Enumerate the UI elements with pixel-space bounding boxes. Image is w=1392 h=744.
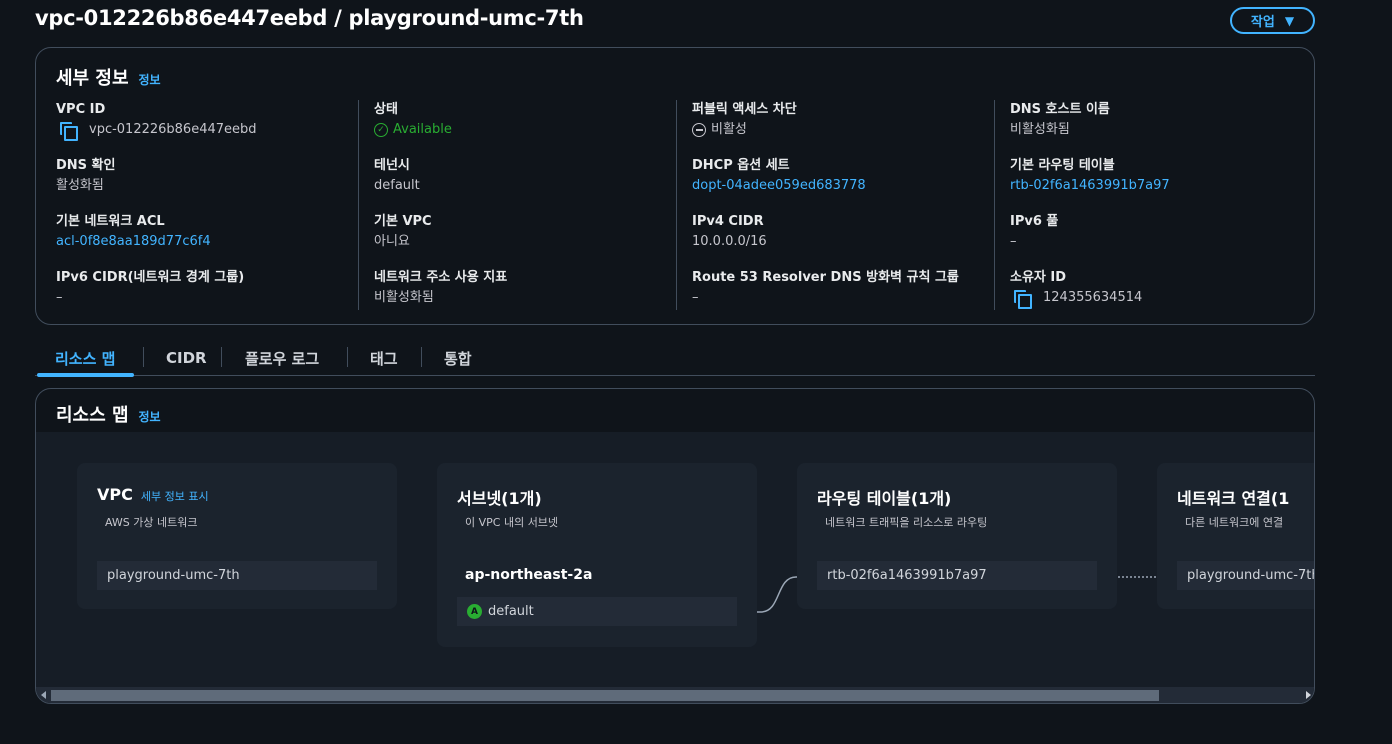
resource-map-title: 리소스 맵: [56, 405, 129, 426]
default-acl-link[interactable]: acl-0f8e8aa189d77c6f4: [56, 232, 356, 252]
caret-down-icon: ▼: [1284, 13, 1295, 28]
ipv6-pool-label: IPv6 풀: [1010, 214, 1059, 229]
network-connections-node-title: 네트워크 연결(1: [1177, 489, 1290, 508]
details-info-link[interactable]: 정보: [139, 71, 161, 88]
default-vpc-label: 기본 VPC: [374, 214, 432, 229]
tab-resource-map[interactable]: 리소스 맵: [36, 340, 136, 377]
main-route-table-label: 기본 라우팅 테이블: [1010, 158, 1115, 173]
details-panel: 세부 정보 정보 VPC ID vpc-012226b86e447eebd DN…: [35, 47, 1315, 325]
actions-button[interactable]: 작업 ▼: [1230, 7, 1315, 34]
ipv4-cidr-label: IPv4 CIDR: [692, 214, 764, 229]
tab-bar: 리소스 맵 CIDR 플로우 로그 태그 통합: [35, 340, 1315, 377]
tab-flow-logs[interactable]: 플로우 로그: [245, 340, 319, 376]
route-table-item[interactable]: rtb-02f6a1463991b7a97: [817, 561, 1097, 590]
page-title: vpc-012226b86e447eebd / playground-umc-7…: [35, 6, 584, 30]
tab-tags[interactable]: 태그: [370, 340, 398, 376]
minus-circle-icon: [692, 123, 706, 137]
vpc-item[interactable]: playground-umc-7th: [97, 561, 377, 590]
vpc-node-title: VPC: [97, 485, 133, 504]
copy-icon[interactable]: [60, 122, 78, 141]
vpc-id-value: vpc-012226b86e447eebd: [89, 122, 257, 137]
dhcp-options-link[interactable]: dopt-04adee059ed683778: [692, 176, 994, 196]
route-tables-node-title: 라우팅 테이블(1개): [817, 489, 952, 508]
tab-divider: [221, 347, 222, 367]
default-vpc-value: 아니요: [374, 234, 410, 249]
scrollbar-thumb[interactable]: [51, 690, 1159, 701]
network-address-usage-label: 네트워크 주소 사용 지표: [374, 270, 508, 285]
actions-label: 작업: [1250, 15, 1275, 30]
vpc-id-label: VPC ID: [56, 102, 106, 117]
tab-divider: [347, 347, 348, 367]
availability-zone-label: ap-northeast-2a: [465, 567, 593, 583]
availability-zone-badge-icon: A: [467, 604, 482, 619]
details-column-3: 퍼블릭 액세스 차단 비활성 DHCP 옵션 세트 dopt-04adee059…: [676, 100, 994, 310]
resource-map-canvas[interactable]: VPC 세부 정보 표시 AWS 가상 네트워크 playground-umc-…: [36, 432, 1314, 687]
vpc-node-desc: AWS 가상 네트워크: [105, 516, 198, 529]
dhcp-options-label: DHCP 옵션 세트: [692, 158, 790, 173]
route-tables-node: 라우팅 테이블(1개) 네트워크 트래픽을 리소스로 라우팅 rtb-02f6a…: [797, 463, 1117, 609]
vpc-node: VPC 세부 정보 표시 AWS 가상 네트워크 playground-umc-…: [77, 463, 397, 609]
subnets-node-desc: 이 VPC 내의 서브넷: [465, 516, 559, 529]
resource-map-info-link[interactable]: 정보: [139, 408, 161, 425]
tenancy-value: default: [374, 178, 420, 193]
main-route-table-link[interactable]: rtb-02f6a1463991b7a97: [1010, 176, 1294, 196]
network-connections-node: 네트워크 연결(1 다른 네트워크에 연결 playground-umc-7th: [1157, 463, 1314, 609]
network-connections-node-desc: 다른 네트워크에 연결: [1185, 516, 1284, 529]
tab-divider: [143, 347, 144, 367]
network-connection-item[interactable]: playground-umc-7th: [1177, 561, 1314, 590]
ipv6-cidr-label: IPv6 CIDR(네트워크 경계 그룹): [56, 270, 245, 285]
details-column-1: VPC ID vpc-012226b86e447eebd DNS 확인 활성화됨…: [56, 100, 356, 310]
ipv4-cidr-value: 10.0.0.0/16: [692, 234, 767, 249]
default-acl-label: 기본 네트워크 ACL: [56, 214, 165, 229]
owner-id-value: 124355634514: [1043, 290, 1143, 305]
copy-icon[interactable]: [1014, 290, 1032, 309]
dns-resolution-label: DNS 확인: [56, 158, 116, 173]
resource-map-panel: 리소스 맵 정보 VPC 세부 정보 표시 AWS 가상 네트워크 playgr…: [35, 388, 1315, 704]
subnets-node-title: 서브넷(1개): [457, 489, 542, 508]
block-public-access-value: 비활성: [711, 122, 747, 137]
owner-id-label: 소유자 ID: [1010, 270, 1067, 285]
scroll-left-icon[interactable]: [41, 691, 46, 699]
tab-integrations[interactable]: 통합: [444, 340, 472, 376]
route-tables-node-desc: 네트워크 트래픽을 리소스로 라우팅: [825, 516, 988, 529]
ipv6-cidr-value: –: [56, 290, 63, 305]
check-circle-icon: ✓: [374, 123, 388, 137]
subnets-node: 서브넷(1개) 이 VPC 내의 서브넷 ap-northeast-2a A d…: [437, 463, 757, 647]
block-public-access-label: 퍼블릭 액세스 차단: [692, 102, 797, 117]
subnet-item-label: default: [488, 604, 534, 619]
dns-hostnames-value: 비활성화됨: [1010, 122, 1070, 137]
tab-divider: [421, 347, 422, 367]
state-value: Available: [393, 122, 452, 137]
tenancy-label: 테넌시: [374, 158, 410, 173]
details-title: 세부 정보: [56, 68, 129, 89]
details-column-4: DNS 호스트 이름 비활성화됨 기본 라우팅 테이블 rtb-02f6a146…: [994, 100, 1294, 310]
horizontal-scrollbar[interactable]: [36, 687, 1314, 703]
details-column-2: 상태 ✓ Available 테넌시 default 기본 VPC 아니요 네트워…: [358, 100, 676, 310]
dns-firewall-value: –: [692, 290, 699, 305]
dns-resolution-value: 활성화됨: [56, 178, 104, 193]
vpc-details-link[interactable]: 세부 정보 표시: [141, 488, 209, 504]
state-label: 상태: [374, 102, 398, 117]
tab-cidr[interactable]: CIDR: [166, 340, 207, 376]
ipv6-pool-value: –: [1010, 234, 1017, 249]
dns-hostnames-label: DNS 호스트 이름: [1010, 102, 1110, 117]
subnet-item[interactable]: A default: [457, 597, 737, 626]
network-address-usage-value: 비활성화됨: [374, 290, 434, 305]
dns-firewall-label: Route 53 Resolver DNS 방화벽 규칙 그룹: [692, 270, 959, 285]
scroll-right-icon[interactable]: [1306, 691, 1311, 699]
